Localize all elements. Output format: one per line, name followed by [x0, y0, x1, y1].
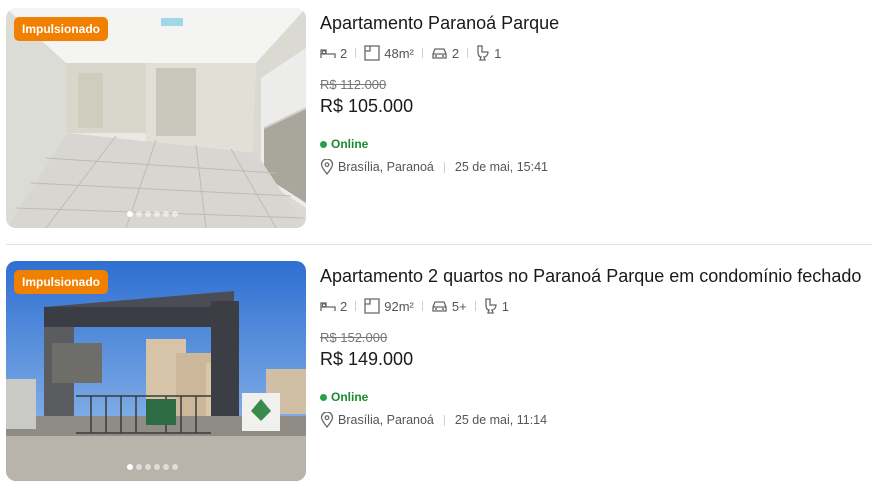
area-icon	[364, 45, 380, 61]
boosted-badge: Impulsionado	[14, 17, 108, 41]
pagination-dot[interactable]	[127, 464, 133, 470]
pagination-dot[interactable]	[172, 211, 178, 217]
location-pin-icon	[320, 159, 334, 175]
divider	[421, 48, 423, 58]
old-price: R$ 152.000	[320, 330, 388, 345]
pagination-dot[interactable]	[163, 211, 169, 217]
parking-value: 5+	[451, 298, 467, 314]
bathrooms-value: 1	[494, 45, 502, 61]
pagination-dot[interactable]	[145, 211, 151, 217]
apartment-interior-image	[6, 8, 306, 228]
boosted-badge: Impulsionado	[14, 270, 108, 294]
listing-title[interactable]: Apartamento 2 quartos no Paranoá Parque …	[320, 265, 861, 287]
pagination-dot[interactable]	[136, 211, 142, 217]
date-text: 25 de mai, 15:41	[454, 160, 549, 174]
divider	[443, 414, 445, 426]
bedrooms-value: 2	[340, 298, 348, 314]
pagination-dot[interactable]	[154, 211, 160, 217]
online-status: Online	[320, 390, 368, 404]
toilet-icon	[477, 45, 489, 61]
status-label: Online	[331, 390, 369, 404]
heart-icon[interactable]	[270, 21, 306, 228]
toilet-icon	[485, 298, 497, 314]
online-dot-icon	[320, 140, 327, 148]
divider	[421, 301, 423, 311]
listing-list: Impulsionado Apartamento Paranoá Parque …	[0, 0, 872, 483]
location-text: Brasília, Paranoá	[338, 160, 434, 174]
pagination-dot[interactable]	[154, 464, 160, 470]
listing-card[interactable]: Impulsionado Apartamento 2 quartos no Pa…	[0, 253, 872, 493]
divider	[443, 161, 445, 173]
pagination-dot[interactable]	[127, 211, 133, 217]
bedrooms-attr: 2	[320, 46, 347, 61]
bathrooms-attr: 1	[476, 45, 501, 61]
parking-attr: 2	[431, 46, 459, 61]
area-value: 48m²	[384, 45, 414, 61]
bathrooms-value: 1	[501, 298, 509, 314]
bed-icon	[320, 49, 336, 58]
bathrooms-attr: 1	[484, 298, 509, 314]
bedrooms-attr: 2	[320, 299, 347, 314]
listing-card[interactable]: Impulsionado Apartamento Paranoá Parque …	[0, 0, 872, 240]
car-icon	[432, 300, 447, 312]
date-text: 25 de mai, 11:14	[454, 413, 548, 427]
listing-attributes: 2 48m² 2 1	[320, 45, 501, 61]
pagination-dot[interactable]	[136, 464, 142, 470]
pagination-dot[interactable]	[145, 464, 151, 470]
divider	[355, 301, 357, 311]
location-row: Brasília, Paranoá 25 de mai, 11:14	[320, 412, 547, 428]
listing-photo[interactable]: Impulsionado	[6, 8, 306, 228]
area-attr: 48m²	[364, 45, 414, 61]
status-label: Online	[331, 137, 369, 151]
price: R$ 105.000	[320, 96, 414, 116]
listing-title[interactable]: Apartamento Paranoá Parque	[320, 12, 559, 34]
divider	[355, 48, 357, 58]
online-status: Online	[320, 137, 368, 151]
price: R$ 149.000	[320, 349, 414, 369]
photo-pagination	[127, 464, 178, 470]
pagination-dot[interactable]	[163, 464, 169, 470]
bed-icon	[320, 302, 336, 311]
pagination-dot[interactable]	[172, 464, 178, 470]
location-text: Brasília, Paranoá	[338, 413, 434, 427]
listing-attributes: 2 92m² 5+ 1	[320, 298, 509, 314]
location-pin-icon	[320, 412, 334, 428]
parking-value: 2	[451, 45, 460, 61]
list-divider	[6, 244, 872, 245]
location-row: Brasília, Paranoá 25 de mai, 15:41	[320, 159, 548, 175]
old-price: R$ 112.000	[320, 77, 387, 92]
listing-photo[interactable]: Impulsionado	[6, 261, 306, 481]
heart-icon[interactable]	[270, 274, 306, 481]
condominium-gate-image	[6, 261, 306, 481]
car-icon	[432, 47, 447, 59]
area-attr: 92m²	[364, 298, 414, 314]
area-value: 92m²	[384, 298, 414, 314]
area-icon	[364, 298, 380, 314]
bedrooms-value: 2	[340, 45, 348, 61]
photo-pagination	[127, 211, 178, 217]
divider	[474, 301, 476, 311]
parking-attr: 5+	[431, 299, 467, 314]
divider	[467, 48, 469, 58]
online-dot-icon	[320, 393, 327, 401]
